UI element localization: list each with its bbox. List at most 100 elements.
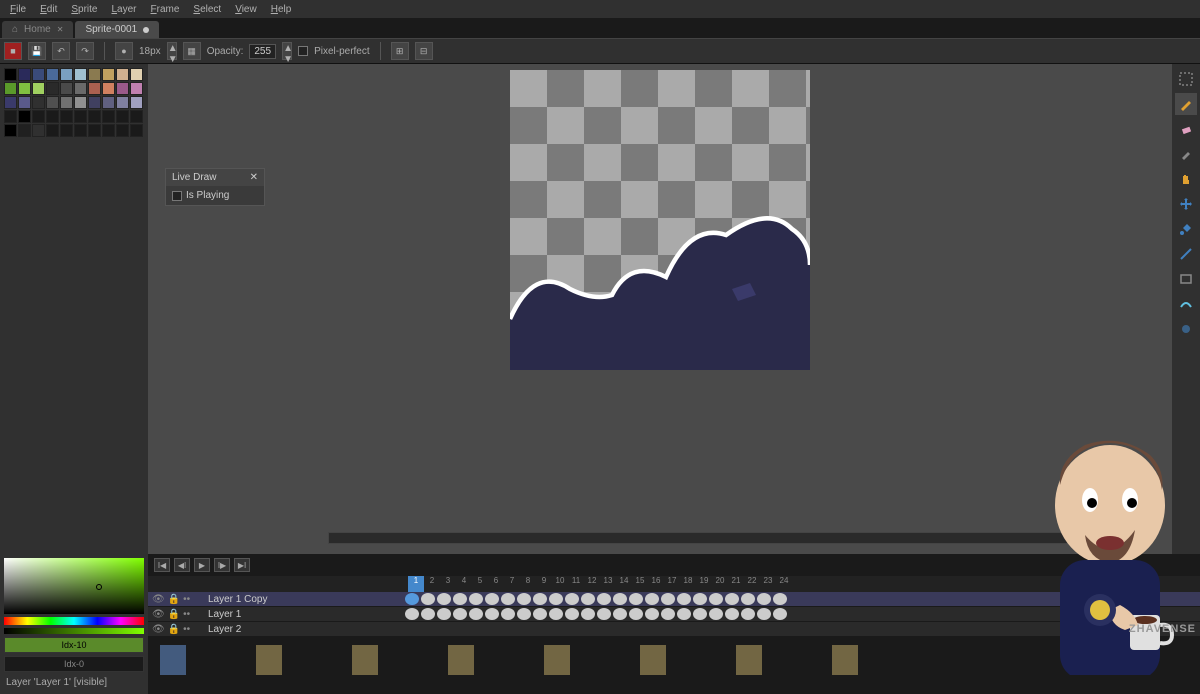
lock-icon[interactable]: 🔒 [168, 594, 180, 605]
menu-layer[interactable]: Layer [105, 2, 142, 17]
cel[interactable] [421, 608, 435, 620]
cel-icon[interactable]: •• [183, 624, 190, 635]
palette-swatch[interactable] [4, 96, 17, 109]
palette-swatch[interactable] [88, 82, 101, 95]
cel[interactable] [741, 593, 755, 605]
contour-tool[interactable] [1175, 293, 1197, 315]
cel[interactable] [773, 608, 787, 620]
frame-number[interactable]: 19 [696, 576, 712, 592]
bg-color-index[interactable]: Idx-0 [4, 656, 144, 672]
pixel-perfect-checkbox[interactable] [298, 46, 308, 56]
layer-name-label[interactable]: Layer 2 [202, 624, 402, 635]
cel[interactable] [405, 593, 419, 605]
cel[interactable] [565, 608, 579, 620]
frame-number[interactable]: 17 [664, 576, 680, 592]
palette-swatch[interactable] [60, 82, 73, 95]
cel[interactable] [517, 608, 531, 620]
cel[interactable] [613, 593, 627, 605]
frame-number[interactable]: 22 [744, 576, 760, 592]
palette-swatch[interactable] [116, 96, 129, 109]
cel[interactable] [581, 593, 595, 605]
cel[interactable] [405, 608, 419, 620]
cel[interactable] [725, 593, 739, 605]
palette-swatch[interactable] [60, 68, 73, 81]
palette-swatch[interactable] [88, 96, 101, 109]
palette-swatch[interactable] [4, 68, 17, 81]
cel-icon[interactable]: •• [183, 594, 190, 605]
palette-swatch[interactable] [32, 82, 45, 95]
close-icon[interactable]: ✕ [250, 172, 258, 183]
cel[interactable] [757, 593, 771, 605]
palette-swatch[interactable] [18, 82, 31, 95]
cel[interactable] [565, 593, 579, 605]
frame-number[interactable]: 2 [424, 576, 440, 592]
pencil-tool[interactable] [1175, 93, 1197, 115]
palette-swatch[interactable] [102, 68, 115, 81]
cel[interactable] [421, 593, 435, 605]
frame-number[interactable]: 12 [584, 576, 600, 592]
move-tool[interactable] [1175, 193, 1197, 215]
cel[interactable] [741, 608, 755, 620]
palette-swatch[interactable] [102, 110, 115, 123]
cel[interactable] [453, 593, 467, 605]
palette-swatch[interactable] [46, 68, 59, 81]
palette-swatch[interactable] [88, 68, 101, 81]
cel[interactable] [645, 593, 659, 605]
palette-swatch[interactable] [46, 96, 59, 109]
palette-swatch[interactable] [102, 124, 115, 137]
cel[interactable] [613, 608, 627, 620]
last-frame-button[interactable]: ▶I [234, 558, 250, 572]
cel[interactable] [469, 593, 483, 605]
stop-button[interactable]: ■ [4, 42, 22, 60]
layer-name-label[interactable]: Layer 1 Copy [202, 594, 402, 605]
opacity-value[interactable]: 255 [249, 44, 276, 59]
eyedropper-tool[interactable] [1175, 143, 1197, 165]
panel-titlebar[interactable]: Live Draw ✕ [166, 169, 264, 186]
frame-number[interactable]: 23 [760, 576, 776, 592]
palette-swatch[interactable] [130, 68, 143, 81]
palette-swatch[interactable] [130, 82, 143, 95]
palette-swatch[interactable] [88, 110, 101, 123]
menu-view[interactable]: View [229, 2, 263, 17]
cel[interactable] [517, 593, 531, 605]
frame-number[interactable]: 1 [408, 576, 424, 592]
cel[interactable] [773, 593, 787, 605]
hue-slider[interactable] [4, 617, 144, 625]
palette-swatch[interactable] [32, 124, 45, 137]
frame-number[interactable]: 11 [568, 576, 584, 592]
redo-button[interactable]: ↷ [76, 42, 94, 60]
cel[interactable] [581, 608, 595, 620]
palette-swatch[interactable] [60, 124, 73, 137]
line-tool[interactable] [1175, 243, 1197, 265]
brush-shape-button[interactable]: ● [115, 42, 133, 60]
menu-help[interactable]: Help [265, 2, 298, 17]
cel[interactable] [677, 593, 691, 605]
undo-button[interactable]: ↶ [52, 42, 70, 60]
cel[interactable] [757, 608, 771, 620]
palette-swatch[interactable] [18, 110, 31, 123]
palette-swatch[interactable] [74, 124, 87, 137]
brush-size-spinner[interactable]: ▲▼ [167, 42, 177, 60]
palette-swatch[interactable] [116, 110, 129, 123]
visibility-icon[interactable]: 👁 [152, 609, 165, 620]
rect-tool[interactable] [1175, 268, 1197, 290]
close-icon[interactable]: ✕ [57, 25, 64, 34]
hand-tool[interactable] [1175, 168, 1197, 190]
palette-swatch[interactable] [116, 124, 129, 137]
tab-sprite[interactable]: Sprite-0001 [75, 21, 159, 38]
brush-preview-icon[interactable]: ▦ [183, 42, 201, 60]
dynamics-button[interactable]: ⊟ [415, 42, 433, 60]
cel[interactable] [709, 593, 723, 605]
cel[interactable] [485, 593, 499, 605]
palette-swatch[interactable] [102, 82, 115, 95]
cel-icon[interactable]: •• [183, 609, 190, 620]
frame-number[interactable]: 8 [520, 576, 536, 592]
palette-swatch[interactable] [88, 124, 101, 137]
blur-tool[interactable] [1175, 318, 1197, 340]
frame-number[interactable]: 9 [536, 576, 552, 592]
palette-swatch[interactable] [4, 124, 17, 137]
frame-number[interactable]: 20 [712, 576, 728, 592]
opacity-spinner[interactable]: ▲▼ [282, 42, 292, 60]
is-playing-checkbox[interactable] [172, 191, 182, 201]
palette-swatch[interactable] [130, 124, 143, 137]
